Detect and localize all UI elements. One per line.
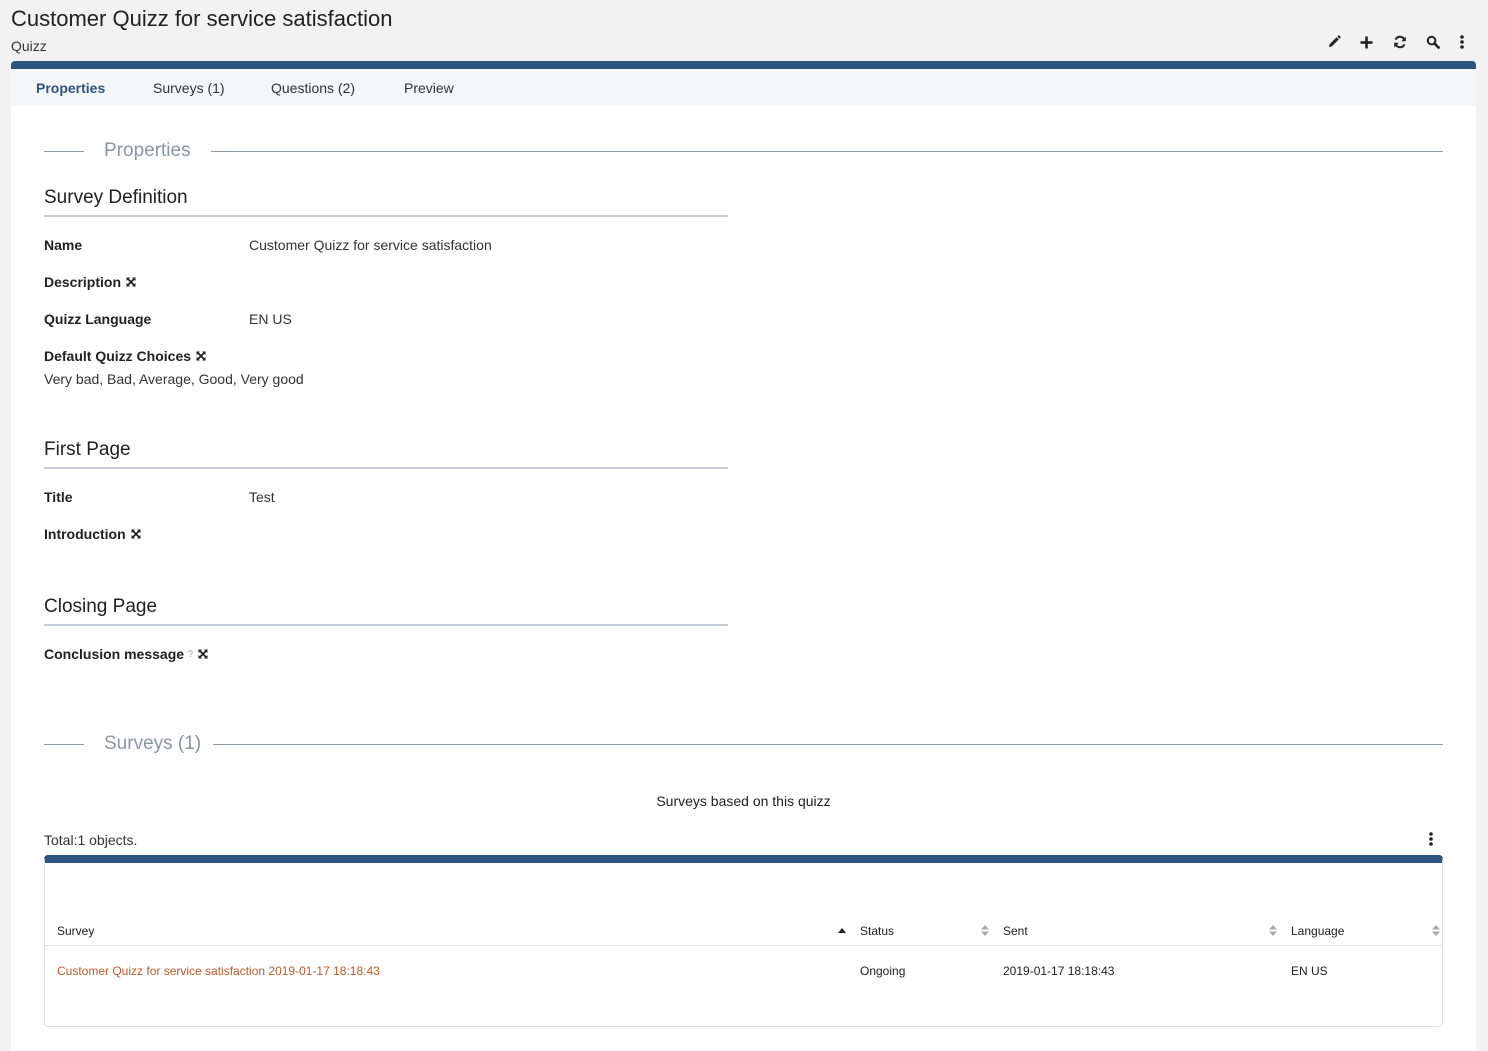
table-menu-button[interactable] (1421, 829, 1441, 849)
main-panel: Properties Surveys (1) Questions (2) Pre… (11, 61, 1476, 1051)
total-count: Total:1 objects. (44, 832, 138, 848)
separator-line (44, 151, 84, 152)
tab-properties[interactable]: Properties (36, 80, 105, 96)
conclusion-label: Conclusion message (44, 646, 185, 662)
name-label: Name (44, 237, 83, 253)
sort-ascending-icon[interactable] (838, 928, 846, 933)
separator-line (44, 744, 84, 745)
toolbar (1317, 30, 1475, 54)
edit-button[interactable] (1317, 30, 1350, 54)
introduction-field: Introduction (44, 526, 141, 542)
default-choices-label: Default Quizz Choices (44, 348, 192, 364)
column-header-sent[interactable]: Sent (1003, 924, 1028, 938)
plus-icon (1360, 36, 1373, 48)
conclusion-field: Conclusion message ? (44, 646, 208, 662)
page-title-value: Test (249, 489, 275, 505)
tab-preview[interactable]: Preview (404, 80, 454, 96)
introduction-label: Introduction (44, 526, 126, 542)
properties-section-label: Properties (104, 140, 211, 162)
name-value: Customer Quizz for service satisfaction (249, 237, 492, 253)
page-title-label: Title (44, 489, 73, 505)
surveys-table: Survey Status Sent Language Customer Qui… (44, 855, 1443, 1027)
more-menu-button[interactable] (1449, 30, 1475, 54)
properties-section-separator: Properties (44, 140, 1443, 164)
description-label: Description (44, 274, 122, 290)
description-field: Description (44, 274, 136, 290)
sort-icon[interactable] (1432, 925, 1440, 936)
survey-status: Ongoing (860, 964, 906, 978)
column-header-survey[interactable]: Survey (57, 924, 94, 938)
search-icon (1426, 35, 1440, 49)
column-header-language[interactable]: Language (1291, 924, 1344, 938)
expand-icon[interactable] (196, 351, 206, 361)
search-button[interactable] (1416, 30, 1449, 54)
page-subtitle: Quizz (11, 38, 47, 54)
refresh-button[interactable] (1383, 30, 1416, 54)
tab-questions[interactable]: Questions (2) (271, 80, 355, 96)
page-header: Customer Quizz for service satisfaction … (11, 0, 1477, 62)
table-caption: Surveys based on this quizz (656, 793, 831, 809)
survey-link[interactable]: Customer Quizz for service satisfaction … (57, 964, 380, 978)
separator-line (211, 151, 1443, 152)
expand-icon[interactable] (131, 529, 141, 539)
tab-bar: Properties Surveys (1) Questions (2) Pre… (11, 69, 1476, 106)
quizz-language-value: EN US (249, 311, 292, 327)
survey-language: EN US (1291, 964, 1328, 978)
add-button[interactable] (1350, 30, 1383, 54)
sort-icon[interactable] (1269, 925, 1277, 936)
page-title: Customer Quizz for service satisfaction (11, 6, 393, 31)
surveys-section-separator: Surveys (1) (44, 733, 1443, 757)
expand-icon[interactable] (126, 277, 136, 287)
default-choices-field: Default Quizz Choices (44, 348, 206, 364)
default-choices-value: Very bad, Bad, Average, Good, Very good (44, 371, 304, 387)
separator-line (213, 744, 1443, 745)
surveys-section-label: Surveys (1) (104, 733, 222, 755)
survey-definition-title: Survey Definition (44, 187, 728, 217)
closing-page-title: Closing Page (44, 596, 728, 626)
refresh-icon (1393, 35, 1406, 49)
kebab-menu-icon (1460, 35, 1464, 49)
survey-sent: 2019-01-17 18:18:43 (1003, 964, 1115, 978)
expand-icon[interactable] (198, 649, 208, 659)
pencil-icon (1328, 35, 1341, 47)
sort-icon[interactable] (981, 925, 989, 936)
help-mark[interactable]: ? (188, 649, 193, 659)
tab-surveys[interactable]: Surveys (1) (153, 80, 225, 96)
column-header-status[interactable]: Status (860, 924, 894, 938)
table-header-divider (45, 945, 1442, 946)
kebab-menu-icon (1429, 832, 1433, 846)
first-page-title: First Page (44, 439, 728, 469)
quizz-language-label: Quizz Language (44, 311, 152, 327)
